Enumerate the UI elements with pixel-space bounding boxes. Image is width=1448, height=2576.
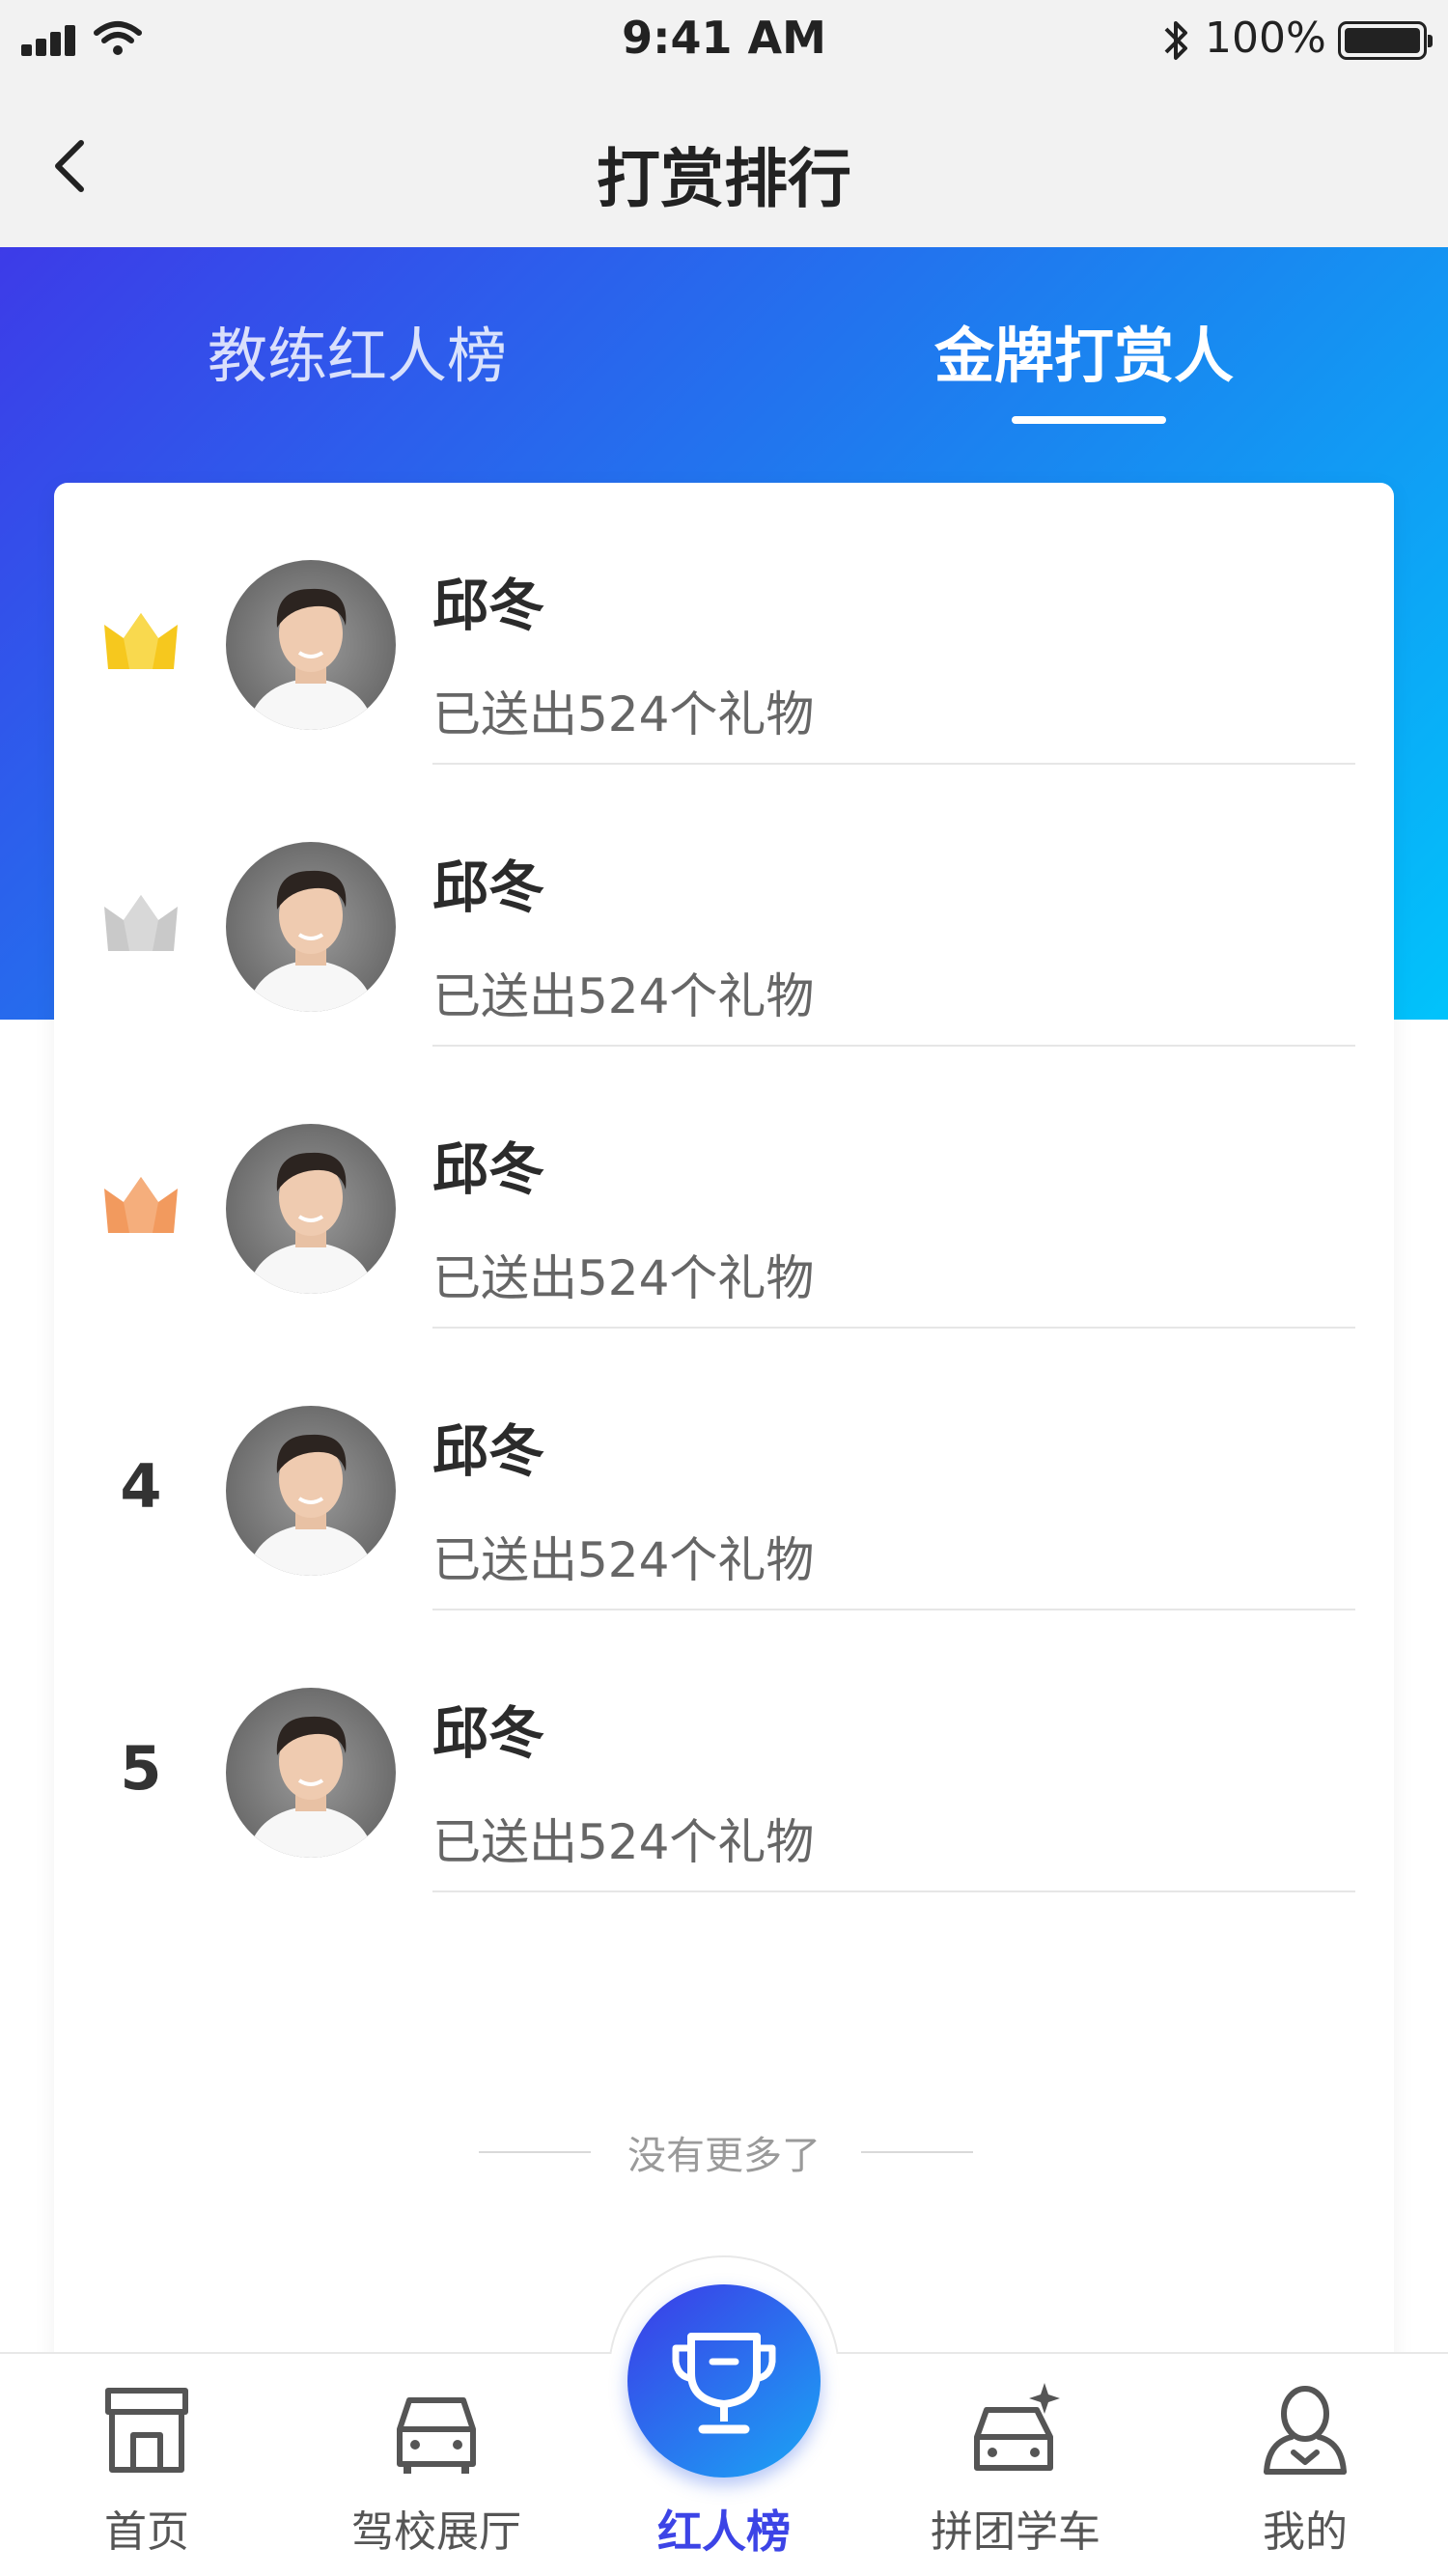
gift-count-text: 已送出524个礼物 bbox=[432, 1814, 815, 1870]
user-name: 邱冬 bbox=[432, 854, 545, 920]
tabbar-label: 首页 bbox=[104, 2507, 189, 2557]
ranking-row-4[interactable]: 4 邱冬 已送出524个礼物 bbox=[54, 1329, 1394, 1610]
person-portrait bbox=[247, 1434, 375, 1576]
rank-number: 4 bbox=[120, 1450, 162, 1522]
rank-badge: 4 bbox=[102, 1450, 180, 1522]
row-divider bbox=[432, 1890, 1355, 1892]
tab-gold-tipper[interactable]: 金牌打赏人 bbox=[934, 307, 1234, 394]
tabbar-item-home[interactable]: 首页 bbox=[41, 2381, 253, 2564]
ranking-row-3[interactable]: 邱冬 已送出524个礼物 bbox=[54, 1047, 1394, 1329]
rank-badge bbox=[102, 888, 180, 956]
user-icon bbox=[1264, 2386, 1347, 2475]
avatar[interactable] bbox=[226, 560, 396, 730]
battery-icon bbox=[1338, 21, 1433, 60]
avatar[interactable] bbox=[226, 842, 396, 1012]
user-name: 邱冬 bbox=[432, 1136, 545, 1202]
tabbar-item-mine[interactable]: 我的 bbox=[1199, 2381, 1411, 2564]
bronze-crown-icon bbox=[104, 1177, 178, 1233]
battery-percentage: 100% bbox=[1205, 14, 1326, 63]
user-name: 邱冬 bbox=[432, 573, 545, 638]
person-portrait bbox=[247, 1152, 375, 1294]
avatar[interactable] bbox=[226, 1688, 396, 1858]
tabbar-label: 我的 bbox=[1263, 2507, 1348, 2557]
tabbar-item-school[interactable]: 驾校展厅 bbox=[330, 2381, 543, 2564]
gift-count-text: 已送出524个礼物 bbox=[432, 686, 815, 742]
active-tab-circle bbox=[627, 2284, 821, 2478]
tabbar-item-ranking[interactable]: 红人榜 bbox=[620, 2284, 828, 2564]
gold-crown-icon bbox=[104, 613, 178, 669]
rank-badge bbox=[102, 606, 180, 674]
rank-badge bbox=[102, 1170, 180, 1238]
person-portrait bbox=[247, 1716, 375, 1858]
no-more-text: 没有更多了 bbox=[627, 2134, 821, 2178]
tabbar-label: 驾校展厅 bbox=[351, 2507, 521, 2557]
avatar[interactable] bbox=[226, 1406, 396, 1576]
page-title: 打赏排行 bbox=[597, 142, 851, 216]
trophy-icon bbox=[672, 2333, 776, 2434]
tab-coach-ranking[interactable]: 教练红人榜 bbox=[208, 307, 507, 394]
ranking-row-5[interactable]: 5 邱冬 已送出524个礼物 bbox=[54, 1610, 1394, 1892]
person-portrait bbox=[247, 870, 375, 1012]
bluetooth-icon bbox=[1164, 21, 1187, 60]
ranking-row-2[interactable]: 邱冬 已送出524个礼物 bbox=[54, 765, 1394, 1047]
gift-count-text: 已送出524个礼物 bbox=[432, 1250, 815, 1306]
tabbar-item-group-learning[interactable]: 拼团学车 bbox=[909, 2381, 1122, 2564]
car-sparkle-icon bbox=[974, 2383, 1060, 2471]
ranking-row-1[interactable]: 邱冬 已送出524个礼物 bbox=[54, 483, 1394, 765]
user-name: 邱冬 bbox=[432, 1418, 545, 1484]
rank-number: 5 bbox=[120, 1732, 162, 1804]
navigation-bar: 打赏排行 bbox=[0, 83, 1448, 247]
tabbar-label: 红人榜 bbox=[657, 2506, 791, 2558]
silver-crown-icon bbox=[104, 895, 178, 951]
active-tab-indicator bbox=[1012, 416, 1166, 424]
avatar[interactable] bbox=[226, 1124, 396, 1294]
car-icon bbox=[397, 2397, 476, 2474]
status-bar: 9:41 AM 100% bbox=[0, 0, 1448, 83]
footer-divider-right bbox=[861, 2151, 973, 2153]
tabbar-label: 拼团学车 bbox=[931, 2507, 1100, 2557]
gift-count-text: 已送出524个礼物 bbox=[432, 1532, 815, 1588]
rank-badge: 5 bbox=[102, 1732, 180, 1804]
user-name: 邱冬 bbox=[432, 1700, 545, 1766]
store-icon bbox=[105, 2388, 188, 2473]
gift-count-text: 已送出524个礼物 bbox=[432, 968, 815, 1024]
ranking-card: 邱冬 已送出524个礼物 邱冬 已送出524个礼物 邱冬 已送出524个礼物 4… bbox=[54, 483, 1394, 2394]
person-portrait bbox=[247, 588, 375, 730]
